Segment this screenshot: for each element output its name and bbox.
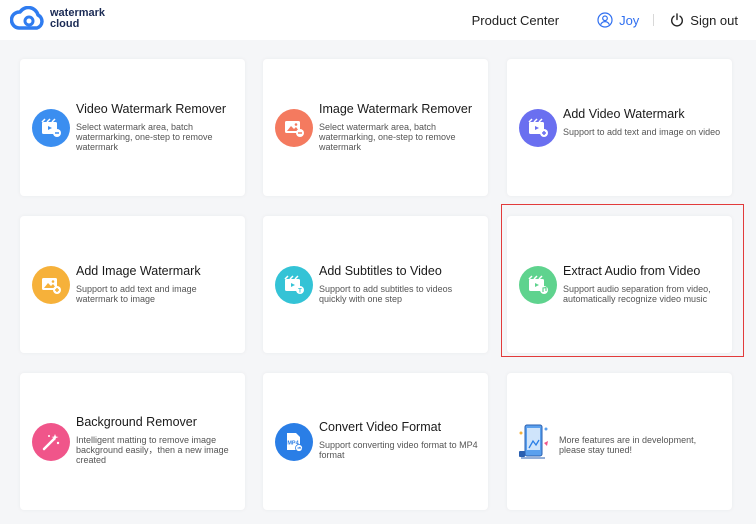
- sign-out-label: Sign out: [690, 12, 738, 28]
- card-image-watermark-remover[interactable]: Image Watermark Remover Select watermark…: [263, 59, 488, 196]
- card-title: Add Video Watermark: [563, 107, 685, 121]
- card-title: Background Remover: [76, 415, 197, 429]
- top-header: watermark cloud Product Center Joy Sign …: [0, 0, 756, 40]
- user-name: Joy: [619, 12, 640, 28]
- logo[interactable]: watermark cloud: [10, 6, 110, 32]
- logo-line2: cloud: [50, 18, 80, 30]
- card-desc: Intelligent matting to remove image back…: [76, 435, 229, 465]
- card-desc: Support converting video format to MP4 f…: [319, 440, 478, 460]
- product-center-link[interactable]: Product Center: [472, 13, 559, 28]
- image-add-icon: [32, 266, 70, 304]
- card-desc: Support to add text and image watermark …: [76, 284, 197, 304]
- card-add-subtitles[interactable]: T Add Subtitles to Video Support to add …: [263, 216, 488, 353]
- mp4-file-icon: MP4: [275, 423, 313, 461]
- card-add-video-watermark[interactable]: Add Video Watermark Support to add text …: [507, 59, 732, 196]
- svg-text:T: T: [298, 289, 302, 295]
- card-title: Video Watermark Remover: [76, 102, 227, 116]
- video-add-icon: [519, 109, 557, 147]
- card-title: Extract Audio from Video: [563, 264, 701, 278]
- card-title: Image Watermark Remover: [319, 102, 473, 116]
- user-icon: [597, 12, 613, 28]
- card-convert-video-format[interactable]: MP4 Convert Video Format Support convert…: [263, 373, 488, 510]
- card-background-remover[interactable]: Background Remover Intelligent matting t…: [20, 373, 245, 510]
- card-title: Add Subtitles to Video: [319, 264, 442, 278]
- card-video-watermark-remover[interactable]: Video Watermark Remover Select watermark…: [20, 59, 245, 196]
- card-title: Add Image Watermark: [76, 264, 201, 278]
- magic-wand-icon: [32, 423, 70, 461]
- card-title: Convert Video Format: [319, 420, 442, 434]
- card-desc: Support to add text and image on video: [563, 127, 721, 137]
- phone-illustration-icon: [517, 421, 551, 466]
- more-features-text: More features are in development, please…: [559, 435, 697, 455]
- user-menu[interactable]: Joy: [597, 12, 639, 28]
- card-desc: Select watermark area, batch watermarkin…: [76, 122, 213, 152]
- subtitles-icon: T: [275, 266, 313, 304]
- card-add-image-watermark[interactable]: Add Image Watermark Support to add text …: [20, 216, 245, 353]
- card-desc: Select watermark area, batch watermarkin…: [319, 122, 456, 152]
- image-remove-icon: [275, 109, 313, 147]
- audio-extract-icon: [519, 266, 557, 304]
- card-desc: Support to add subtitles to videos quick…: [319, 284, 453, 304]
- nav-divider: [653, 14, 655, 26]
- sign-out-button[interactable]: Sign out: [670, 13, 738, 28]
- header-nav: Product Center Joy Sign out: [472, 0, 738, 40]
- video-remove-icon: [32, 109, 70, 147]
- card-extract-audio[interactable]: Extract Audio from Video Support audio s…: [507, 216, 732, 353]
- card-desc: Support audio separation from video, aut…: [563, 284, 711, 304]
- cloud-logo-icon: [10, 6, 44, 30]
- power-icon: [671, 13, 684, 27]
- card-more-features: More features are in development, please…: [507, 373, 732, 510]
- logo-text: watermark cloud: [50, 8, 110, 30]
